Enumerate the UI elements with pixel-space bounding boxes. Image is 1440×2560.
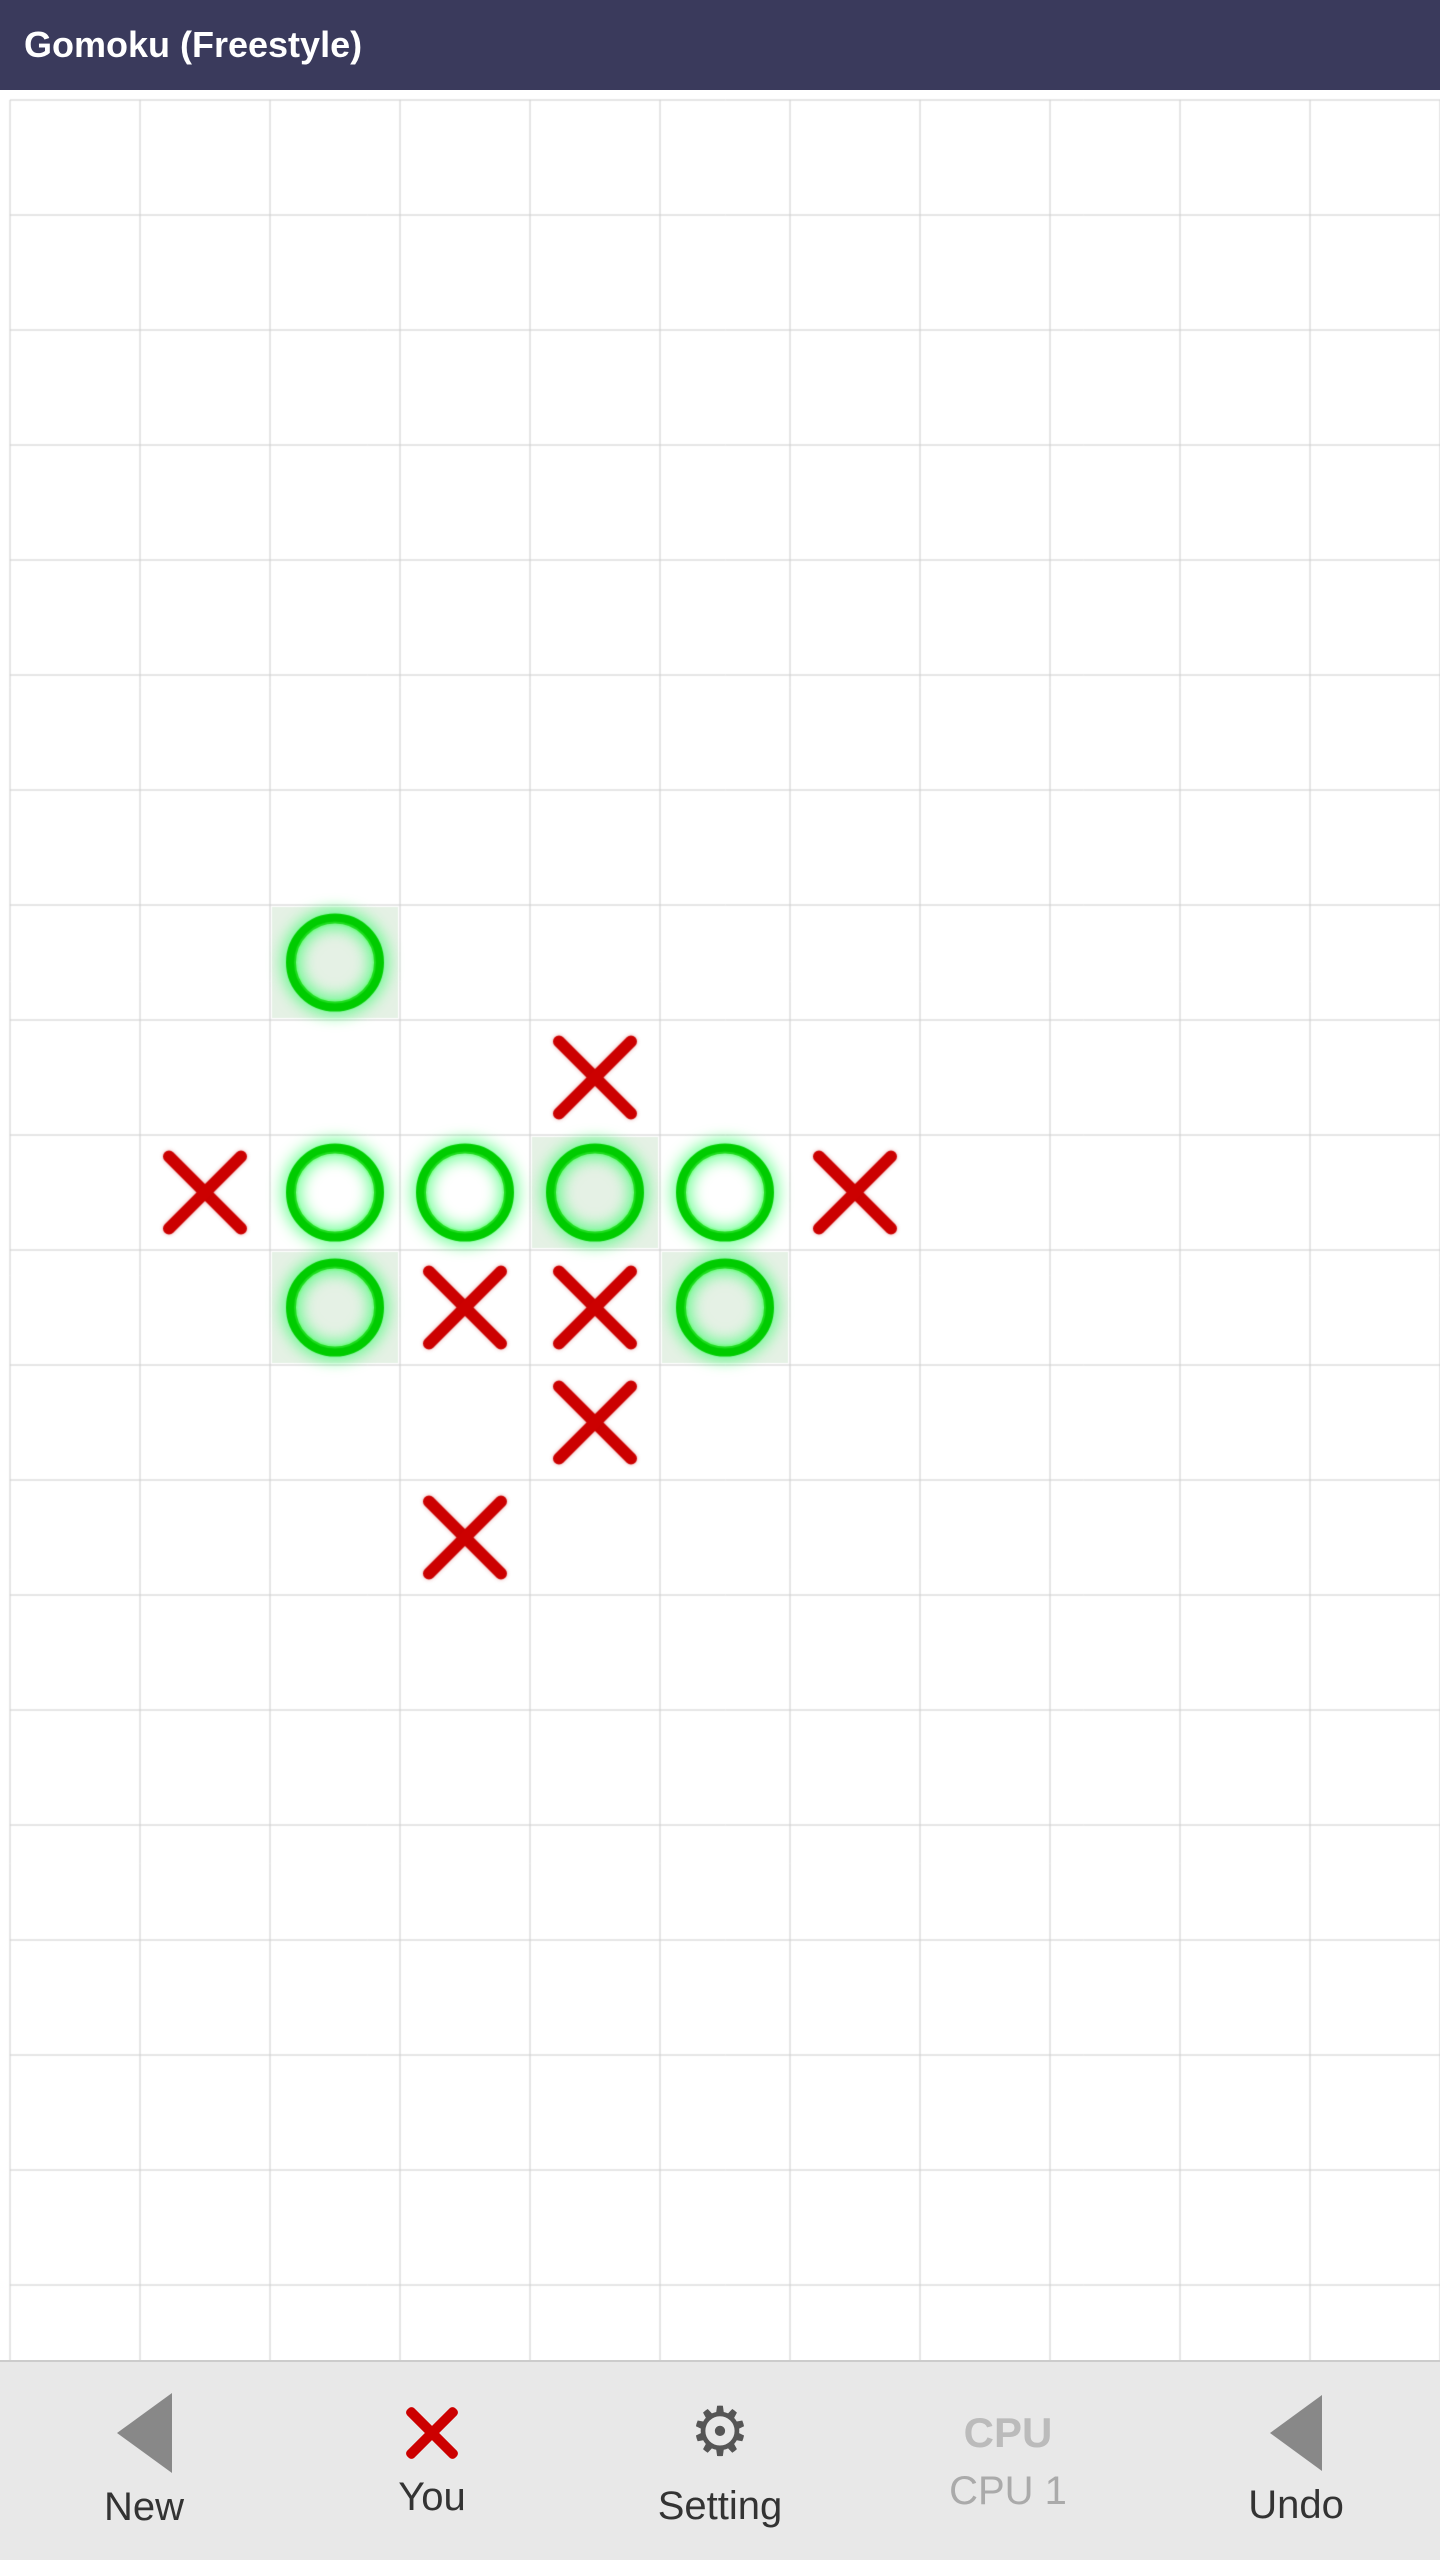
undo-button[interactable]: Undo	[1171, 2381, 1421, 2541]
setting-button[interactable]: ⚙ Setting	[595, 2381, 845, 2541]
game-board[interactable]	[0, 90, 1440, 2360]
gear-icon: ⚙	[690, 2393, 751, 2472]
undo-icon	[1270, 2395, 1322, 2471]
setting-label: Setting	[658, 2484, 783, 2529]
new-label: New	[104, 2485, 184, 2530]
new-button[interactable]: New	[19, 2381, 269, 2541]
board-canvas[interactable]	[0, 90, 1440, 2360]
new-icon	[117, 2393, 172, 2473]
app-title: Gomoku (Freestyle)	[24, 24, 362, 66]
you-label: You	[398, 2475, 466, 2520]
undo-label: Undo	[1248, 2483, 1344, 2528]
you-button[interactable]: You	[307, 2381, 557, 2541]
title-bar: Gomoku (Freestyle)	[0, 0, 1440, 90]
toolbar: New You ⚙ Setting CPU CPU 1 Undo	[0, 2360, 1440, 2560]
cpu-button[interactable]: CPU CPU 1	[883, 2381, 1133, 2541]
you-icon	[402, 2403, 462, 2463]
cpu-icon: CPU	[964, 2409, 1053, 2457]
cpu-label: CPU 1	[949, 2469, 1067, 2514]
